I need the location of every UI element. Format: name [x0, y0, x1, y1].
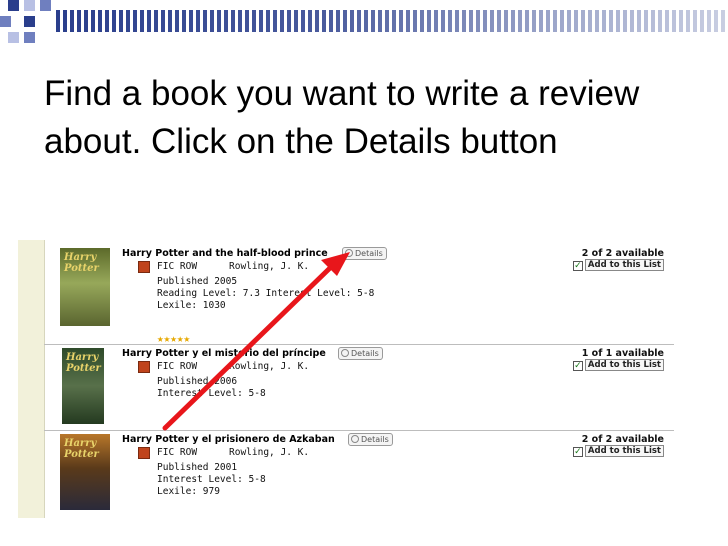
interest-level-info: Interest Level: 5-8: [157, 474, 266, 485]
result-title-link[interactable]: Harry Potter and the half-blood prince: [122, 248, 328, 259]
header-square: [24, 32, 35, 43]
lexile-info: Lexile: 979: [157, 486, 220, 497]
book-cover-image[interactable]: Harry Potter: [62, 348, 104, 424]
call-number: FIC ROW: [157, 261, 198, 272]
add-to-list-label: Add to this List: [584, 259, 664, 271]
header-squares-decoration: [0, 0, 60, 46]
availability-text: 1 of 1 available: [581, 348, 664, 359]
header-square: [40, 0, 51, 11]
author-name: Rowling, J. K.: [229, 261, 310, 272]
cover-title-text: Harry Potter: [66, 352, 101, 374]
details-button[interactable]: Details: [338, 347, 383, 360]
results-sidebar-strip: [18, 240, 45, 518]
add-to-list-button[interactable]: ✓ Add to this List: [572, 445, 664, 457]
catalog-results-panel: Harry Potter Harry Potter and the half-b…: [18, 240, 674, 518]
details-button[interactable]: Details: [348, 433, 393, 446]
reading-level-info: Reading Level: 7.3 Interest Level: 5-8: [157, 288, 375, 299]
availability-text: 2 of 2 available: [581, 434, 664, 445]
author-name: Rowling, J. K.: [229, 361, 310, 372]
book-format-icon: [138, 261, 150, 273]
book-cover-image[interactable]: Harry Potter: [60, 434, 110, 510]
book-format-icon: [138, 447, 150, 459]
book-format-icon: [138, 361, 150, 373]
author-name: Rowling, J. K.: [229, 447, 310, 458]
result-title-link[interactable]: Harry Potter y el misterio del príncipe: [122, 348, 326, 359]
lexile-info: Lexile: 1030: [157, 300, 226, 311]
cover-title-text: Harry Potter: [64, 252, 99, 274]
header-stripe-fade: [56, 10, 728, 32]
book-cover-image[interactable]: Harry Potter: [60, 248, 110, 326]
header-square: [8, 0, 19, 11]
slide-title: Find a book you want to write a review a…: [44, 74, 640, 161]
header-square: [0, 16, 11, 27]
header-square: [8, 32, 19, 43]
publication-info: Published 2001: [157, 462, 238, 473]
magnifier-icon: [345, 249, 353, 257]
details-button-label: Details: [361, 435, 389, 444]
add-to-list-button[interactable]: ✓ Add to this List: [572, 359, 664, 371]
result-title-link[interactable]: Harry Potter y el prisionero de Azkaban: [122, 434, 335, 445]
add-to-list-button[interactable]: ✓ Add to this List: [572, 259, 664, 271]
result-item: Harry Potter Harry Potter y el prisioner…: [60, 433, 670, 516]
call-number: FIC ROW: [157, 361, 198, 372]
publication-info: Published 2006: [157, 376, 238, 387]
result-item: Harry Potter Harry Potter y el misterio …: [60, 347, 670, 428]
result-divider: [44, 430, 674, 431]
details-button-label: Details: [351, 349, 379, 358]
details-button-label: Details: [355, 249, 383, 258]
magnifier-icon: [351, 435, 359, 443]
check-icon: ✓: [572, 361, 583, 371]
result-item: Harry Potter Harry Potter and the half-b…: [60, 247, 670, 345]
publication-info: Published 2005: [157, 276, 238, 287]
result-divider: [44, 344, 674, 345]
details-button[interactable]: Details: [342, 247, 387, 260]
magnifier-icon: [341, 349, 349, 357]
header-square: [24, 16, 35, 27]
add-to-list-label: Add to this List: [584, 445, 664, 457]
call-number: FIC ROW: [157, 447, 198, 458]
header-square: [24, 0, 35, 11]
cover-title-text: Harry Potter: [64, 438, 99, 460]
availability-text: 2 of 2 available: [581, 248, 664, 259]
interest-level-info: Interest Level: 5-8: [157, 388, 266, 399]
add-to-list-label: Add to this List: [584, 359, 664, 371]
check-icon: ✓: [572, 261, 583, 271]
check-icon: ✓: [572, 447, 583, 457]
